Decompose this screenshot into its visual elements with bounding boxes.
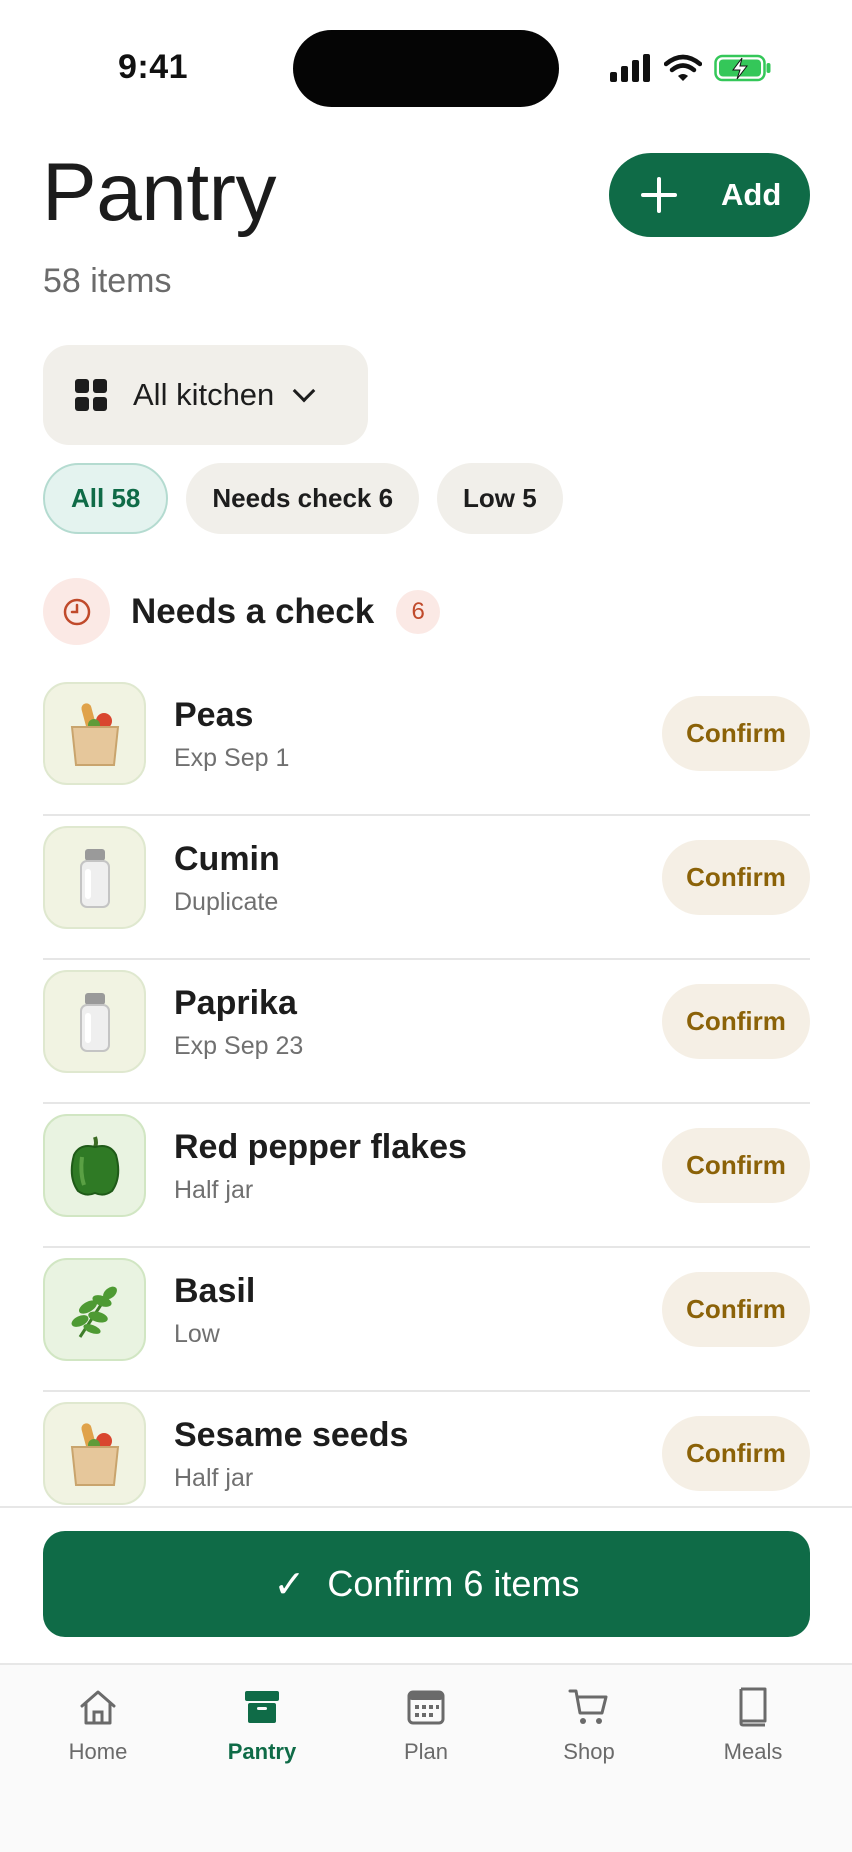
- tab-shop-label: Shop: [563, 1739, 615, 1764]
- calendar-icon: [407, 1690, 445, 1725]
- tab-meals[interactable]: Meals: [678, 1685, 828, 1785]
- filter-chip-needs-check[interactable]: Needs check 6: [186, 463, 420, 534]
- tab-meals-label: Meals: [723, 1739, 783, 1764]
- list-item[interactable]: Red pepper flakes Half jar Confirm: [43, 1104, 810, 1248]
- item-name: Cumin: [174, 840, 280, 878]
- dynamic-island: [293, 30, 559, 107]
- list-item[interactable]: Peas Exp Sep 1 Confirm: [43, 672, 810, 816]
- filter-chips: All 58 Needs check 6 Low 5: [43, 463, 563, 534]
- list-item[interactable]: Sesame seeds Half jar Confirm: [43, 1392, 810, 1506]
- tab-pantry-label: Pantry: [227, 1739, 297, 1764]
- confirm-button[interactable]: Confirm: [662, 1272, 810, 1347]
- item-count: 58 items: [43, 262, 172, 300]
- confirm-button[interactable]: Confirm: [662, 840, 810, 915]
- wifi-icon: [664, 54, 702, 81]
- item-detail: Duplicate: [174, 888, 279, 916]
- list-item[interactable]: Cumin Duplicate Confirm: [43, 816, 810, 960]
- item-detail: Exp Sep 1: [174, 744, 290, 772]
- tab-plan[interactable]: Plan: [351, 1685, 501, 1785]
- grocery-bag-icon: [43, 682, 146, 785]
- bell-pepper-icon: [43, 1114, 146, 1217]
- tab-bar: Home Pantry Plan Shop Meals: [0, 1665, 852, 1852]
- kitchen-selector-label: All kitchen: [133, 377, 275, 412]
- grocery-bag-icon: [43, 1402, 146, 1505]
- basil-leaf-icon: [43, 1258, 146, 1361]
- item-name: Sesame seeds: [174, 1416, 409, 1454]
- archive-box-icon: [245, 1691, 279, 1723]
- book-icon: [739, 1687, 767, 1727]
- section-title: Needs a check: [131, 591, 375, 631]
- chevron-down-icon: [292, 379, 316, 403]
- grid-icon: [75, 379, 107, 411]
- pantry-list: Peas Exp Sep 1 Confirm Cumin Duplicate C…: [43, 672, 810, 1506]
- tab-plan-label: Plan: [403, 1739, 449, 1764]
- clock-icon: [43, 578, 110, 645]
- item-name: Red pepper flakes: [174, 1128, 467, 1166]
- section-header: Needs a check 6: [43, 578, 441, 645]
- plus-icon: [641, 177, 677, 213]
- confirm-button[interactable]: Confirm: [662, 1128, 810, 1203]
- list-item[interactable]: Basil Low Confirm: [43, 1248, 810, 1392]
- filter-chip-all[interactable]: All 58: [43, 463, 169, 534]
- status-time: 9:41: [118, 48, 189, 86]
- status-bar: 9:41: [0, 0, 852, 140]
- filter-chip-low[interactable]: Low 5: [437, 463, 563, 534]
- add-button-label: Add: [721, 177, 782, 212]
- item-detail: Half jar: [174, 1464, 254, 1492]
- confirm-button[interactable]: Confirm: [662, 696, 810, 771]
- cart-icon: [568, 1689, 608, 1724]
- item-detail: Exp Sep 23: [174, 1032, 304, 1060]
- confirm-all-button[interactable]: ✓ Confirm 6 items: [43, 1531, 810, 1637]
- item-name: Basil: [174, 1272, 256, 1310]
- confirm-all-label: Confirm 6 items: [327, 1563, 580, 1604]
- cellular-signal-icon: [610, 54, 650, 82]
- tab-home-label: Home: [68, 1739, 128, 1764]
- checkmark-icon: ✓: [273, 1563, 306, 1606]
- confirm-button[interactable]: Confirm: [662, 1416, 810, 1491]
- page-title: Pantry: [42, 147, 277, 238]
- item-detail: Low: [174, 1320, 220, 1348]
- add-button[interactable]: Add: [609, 153, 810, 237]
- home-icon: [80, 1690, 116, 1725]
- status-icons: [610, 50, 772, 86]
- item-detail: Half jar: [174, 1176, 254, 1204]
- tab-shop[interactable]: Shop: [514, 1685, 664, 1785]
- divider: [0, 1506, 852, 1508]
- tab-pantry[interactable]: Pantry: [187, 1685, 337, 1785]
- spice-shaker-icon: [43, 970, 146, 1073]
- list-item[interactable]: Paprika Exp Sep 23 Confirm: [43, 960, 810, 1104]
- item-name: Peas: [174, 696, 254, 734]
- item-name: Paprika: [174, 984, 297, 1022]
- spice-shaker-icon: [43, 826, 146, 929]
- section-count-badge: 6: [396, 589, 441, 634]
- battery-charging-icon: [714, 54, 771, 82]
- confirm-button[interactable]: Confirm: [662, 984, 810, 1059]
- kitchen-selector[interactable]: All kitchen: [43, 345, 368, 445]
- tab-home[interactable]: Home: [23, 1685, 173, 1785]
